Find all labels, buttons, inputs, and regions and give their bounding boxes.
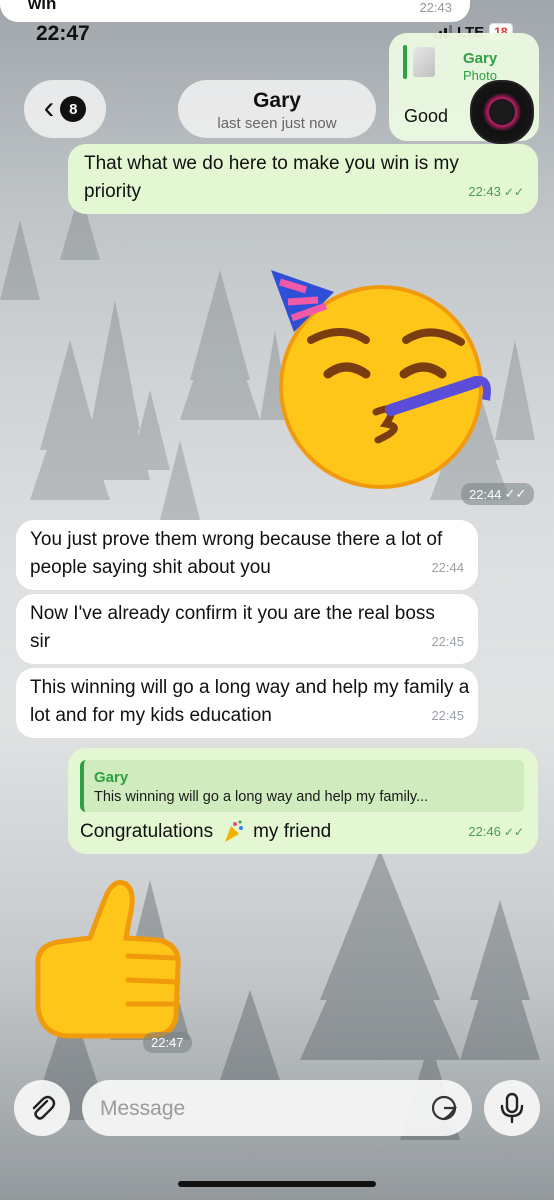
message-bubble-outgoing[interactable]: That what we do here to make you win is … xyxy=(68,144,538,214)
message-text-row: Congratulations my friend xyxy=(80,818,331,846)
message-bubble-outgoing[interactable]: Gary This winning will go a long way and… xyxy=(68,748,538,854)
sticker-time-badge: 22:44 ✓✓ xyxy=(461,483,535,505)
message-time: 22:43 xyxy=(468,184,501,199)
previous-message-bubble: win 22:43 xyxy=(0,0,470,22)
chevron-left-icon: ‹ xyxy=(43,89,55,125)
message-text: This winning will go a long way and help… xyxy=(30,677,470,726)
message-text: That what we do here to make you win is … xyxy=(84,153,459,202)
quote-bar xyxy=(403,45,407,79)
photo-thumbnail xyxy=(413,47,435,77)
back-button[interactable]: ‹ 8 xyxy=(24,80,106,138)
message-text: Now I've already confirm it you are the … xyxy=(30,603,435,652)
message-meta: 22:44 xyxy=(431,554,464,582)
message-time: 22:44 xyxy=(431,560,464,575)
message-composer[interactable] xyxy=(82,1080,472,1136)
thumbs-up-sticker[interactable] xyxy=(28,876,190,1040)
message-bubble-incoming[interactable]: This winning will go a long way and help… xyxy=(16,668,478,738)
read-check-icon: ✓✓ xyxy=(504,486,527,501)
message-time: 22:45 xyxy=(431,634,464,649)
chat-title[interactable]: Gary last seen just now xyxy=(178,80,376,138)
message-meta: 22:45 xyxy=(431,702,464,730)
microphone-icon xyxy=(500,1092,524,1124)
sticker-time-badge: 22:47 xyxy=(143,1032,192,1053)
message-bubble-incoming[interactable]: You just prove them wrong because there … xyxy=(16,520,478,590)
contact-avatar[interactable] xyxy=(470,80,534,144)
read-check-icon: ✓✓ xyxy=(503,185,524,199)
message-time: 22:44 xyxy=(469,486,502,502)
home-indicator xyxy=(178,1181,376,1187)
message-time: 22:47 xyxy=(151,1035,184,1050)
paperclip-icon xyxy=(32,1095,56,1120)
message-input[interactable] xyxy=(98,1092,422,1126)
reply-quote[interactable]: Gary This winning will go a long way and… xyxy=(80,760,524,812)
unread-count-badge: 8 xyxy=(60,96,87,122)
message-text-after: my friend xyxy=(253,821,332,842)
message-time: 22:46 xyxy=(468,824,501,839)
party-popper-icon xyxy=(225,820,244,842)
voice-record-button[interactable] xyxy=(484,1080,540,1136)
previous-message-text: win xyxy=(28,0,57,13)
message-meta: 22:43 ✓✓ xyxy=(468,178,524,206)
preview-quote-name: Gary xyxy=(463,50,498,67)
message-text: You just prove them wrong because there … xyxy=(30,529,443,578)
message-meta: 22:45 xyxy=(431,628,464,656)
preview-quote-text: Photo xyxy=(463,68,497,80)
attach-button[interactable] xyxy=(14,1080,70,1136)
message-text-before: Congratulations xyxy=(80,821,214,842)
message-time: 22:45 xyxy=(431,708,464,723)
message-bubble-incoming[interactable]: Now I've already confirm it you are the … xyxy=(16,594,478,664)
status-time: 22:47 xyxy=(36,22,90,45)
preview-text: Good xyxy=(404,106,449,126)
party-face-sticker[interactable] xyxy=(266,262,496,492)
last-seen-status: last seen just now xyxy=(217,115,337,132)
reply-text: This winning will go a long way and help… xyxy=(94,789,429,805)
contact-name: Gary xyxy=(253,89,301,112)
read-check-icon: ✓✓ xyxy=(503,825,524,839)
previous-message-time: 22:43 xyxy=(419,0,452,15)
sticker-icon[interactable] xyxy=(430,1094,458,1122)
message-meta: 22:46 ✓✓ xyxy=(468,818,524,846)
